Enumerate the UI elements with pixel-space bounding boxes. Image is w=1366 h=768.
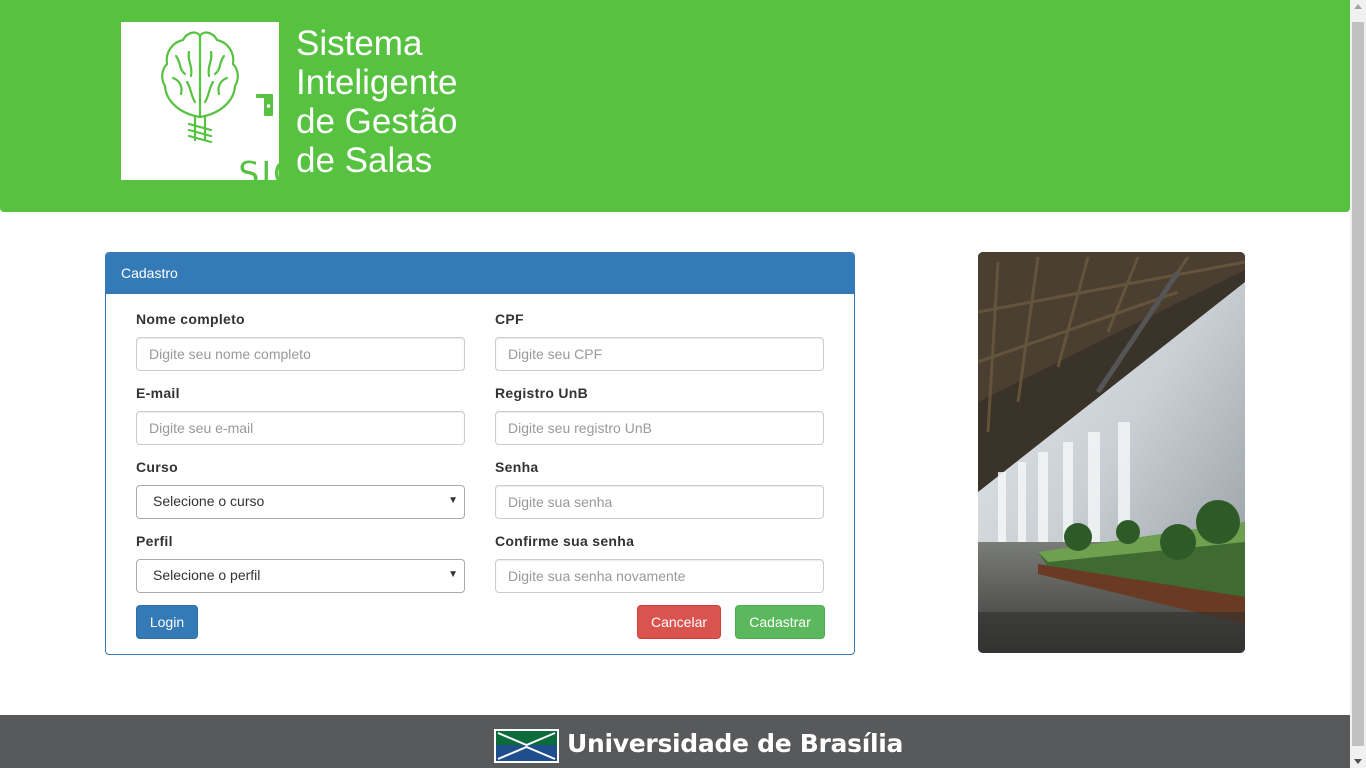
caret-down-icon: ▼ — [448, 495, 458, 506]
cancel-button[interactable]: Cancelar — [637, 605, 721, 639]
campus-image — [978, 252, 1245, 653]
curso-select[interactable]: Selecione o curso ▼ — [136, 485, 465, 519]
cpf-input[interactable]: Digite seu CPF — [495, 337, 824, 371]
email-label: E-mail — [136, 385, 180, 401]
submit-button[interactable]: Cadastrar — [735, 605, 825, 639]
login-button[interactable]: Login — [136, 605, 198, 639]
email-input[interactable]: Digite seu e-mail — [136, 411, 465, 445]
registration-panel: Cadastro Nome completo Digite seu nome c… — [105, 252, 855, 655]
nome-input[interactable]: Digite seu nome completo — [136, 337, 465, 371]
title-line: Inteligente — [296, 63, 458, 102]
confirma-label: Confirme sua senha — [495, 533, 635, 549]
system-title: Sistema Inteligente de Gestão de Salas — [296, 24, 516, 180]
scroll-thumb[interactable] — [1352, 22, 1364, 746]
confirma-input[interactable]: Digite sua senha novamente — [495, 559, 824, 593]
field-nome: Nome completo Digite seu nome completo — [136, 309, 465, 371]
sigs-logo: SIGS — [121, 22, 322, 193]
panel-heading: Cadastro — [106, 253, 854, 294]
registro-label: Registro UnB — [495, 385, 589, 401]
cpf-label: CPF — [495, 311, 524, 327]
field-email: E-mail Digite seu e-mail — [136, 383, 465, 445]
curso-selected-value: Selecione o curso — [153, 493, 265, 509]
title-line: de Salas — [296, 141, 433, 180]
title-line: Sistema — [296, 24, 423, 63]
caret-down-icon: ▼ — [448, 569, 458, 580]
campus-photo — [978, 252, 1245, 653]
perfil-selected-value: Selecione o perfil — [153, 567, 261, 583]
field-registro: Registro UnB Digite seu registro UnB — [495, 383, 824, 445]
nome-label: Nome completo — [136, 311, 245, 327]
scroll-up-arrow-icon[interactable] — [1354, 4, 1362, 9]
perfil-select[interactable]: Selecione o perfil ▼ — [136, 559, 465, 593]
perfil-label: Perfil — [136, 533, 173, 549]
registro-input[interactable]: Digite seu registro UnB — [495, 411, 824, 445]
senha-input[interactable]: Digite sua senha — [495, 485, 824, 519]
curso-label: Curso — [136, 459, 178, 475]
footer-bar: Universidade de Brasília — [0, 715, 1350, 768]
field-cpf: CPF Digite seu CPF — [495, 309, 824, 371]
scroll-down-arrow-icon[interactable] — [1354, 759, 1362, 764]
field-perfil: Perfil Selecione o perfil ▼ — [136, 531, 465, 593]
page: SIGS Sistema Inteligente de Gestão de Sa… — [0, 0, 1350, 768]
field-senha: Senha Digite sua senha — [495, 457, 824, 519]
university-name: Universidade de Brasília — [567, 729, 904, 758]
header-bar: SIGS Sistema Inteligente de Gestão de Sa… — [0, 0, 1350, 212]
unb-flag-icon — [494, 729, 559, 763]
title-line: de Gestão — [296, 102, 458, 141]
field-confirma: Confirme sua senha Digite sua senha nova… — [495, 531, 824, 593]
field-curso: Curso Selecione o curso ▼ — [136, 457, 465, 519]
senha-label: Senha — [495, 459, 539, 475]
vertical-scrollbar[interactable] — [1350, 0, 1366, 768]
